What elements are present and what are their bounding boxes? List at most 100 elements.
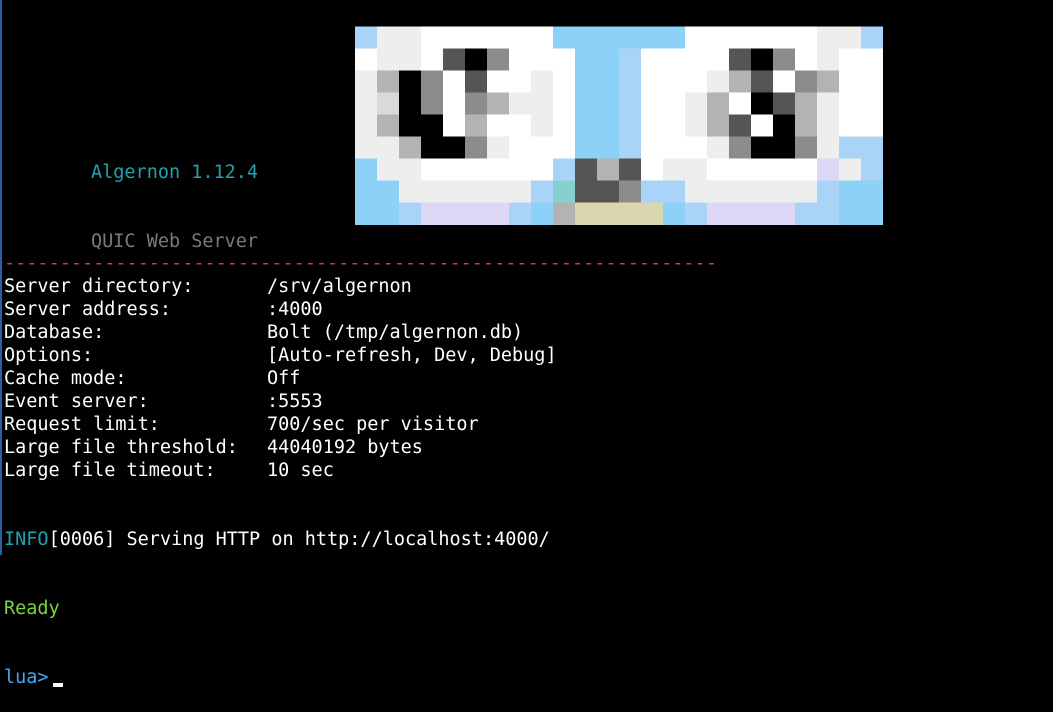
logo-pixel	[861, 158, 883, 181]
logo-pixel	[795, 202, 818, 225]
logo-pixel	[817, 202, 840, 225]
logo-pixel	[707, 70, 730, 93]
logo-pixel	[575, 180, 598, 203]
logo-pixel	[795, 48, 818, 71]
logo-pixel	[817, 26, 840, 49]
info-label: Cache mode:	[4, 368, 127, 389]
logo-pixel	[597, 26, 620, 49]
info-label: Large file timeout:	[4, 460, 216, 481]
app-name: Algernon 1.12.4	[91, 162, 259, 183]
logo-pixel	[795, 180, 818, 203]
logo-pixel	[465, 114, 488, 137]
pixel-art-owl-logo	[355, 22, 883, 229]
info-value: Off	[267, 368, 301, 389]
logo-pixel	[795, 70, 818, 93]
logo-pixel	[817, 136, 840, 159]
logo-pixel	[487, 114, 510, 137]
logo-pixel	[619, 26, 642, 49]
logo-pixel	[707, 180, 730, 203]
logo-pixel	[377, 26, 400, 49]
logo-pixel	[729, 26, 752, 49]
logo-pixel	[663, 180, 686, 203]
logo-pixel	[707, 26, 730, 49]
logo-pixel	[839, 70, 862, 93]
logo-pixel	[553, 158, 576, 181]
logo-pixel	[685, 70, 708, 93]
logo-pixel	[399, 26, 422, 49]
app-subtitle: QUIC Web Server	[91, 231, 259, 252]
logo-pixel	[487, 158, 510, 181]
info-label: Database:	[4, 322, 105, 343]
logo-pixel	[817, 70, 840, 93]
logo-pixel	[641, 180, 664, 203]
window-border	[0, 0, 2, 555]
logo-pixel	[355, 158, 378, 181]
logo-pixel	[443, 48, 466, 71]
logo-pixel	[817, 180, 840, 203]
logo-pixel	[619, 92, 642, 115]
info-value: /srv/algernon	[267, 276, 412, 297]
info-label: Options:	[4, 345, 94, 366]
logo-pixel	[751, 114, 774, 137]
logo-pixel	[641, 158, 664, 181]
log-line-info: INFO[0006] Serving HTTP on http://localh…	[4, 528, 550, 551]
logo-pixel	[817, 114, 840, 137]
logo-pixel	[553, 202, 576, 225]
logo-pixel	[487, 26, 510, 49]
logo-pixel	[597, 202, 620, 225]
logo-pixel	[641, 114, 664, 137]
logo-pixel	[531, 158, 554, 181]
logo-pixel	[355, 26, 378, 49]
info-row-large-file-timeout: Large file timeout: 10 sec	[4, 459, 557, 482]
logo-pixel	[729, 202, 752, 225]
logo-pixel	[465, 158, 488, 181]
logo-pixel	[641, 48, 664, 71]
logo-pixel	[377, 70, 400, 93]
logo-pixel	[641, 92, 664, 115]
info-row-large-file-threshold: Large file threshold: 44040192 bytes	[4, 436, 557, 459]
logo-pixel	[355, 114, 378, 137]
logo-pixel	[751, 136, 774, 159]
repl-line[interactable]: lua>	[4, 666, 550, 689]
logo-pixel	[399, 136, 422, 159]
logo-pixel	[729, 114, 752, 137]
logo-pixel	[421, 114, 444, 137]
logo-pixel	[399, 114, 422, 137]
logo-pixel	[377, 202, 400, 225]
info-label: Event server:	[4, 391, 149, 412]
logo-pixel	[509, 48, 532, 71]
logo-pixel	[399, 70, 422, 93]
logo-pixel	[355, 202, 378, 225]
logo-pixel	[663, 70, 686, 93]
logo-pixel	[399, 202, 422, 225]
logo-pixel	[663, 48, 686, 71]
info-value: :4000	[267, 299, 323, 320]
logo-pixel	[575, 158, 598, 181]
logo-pixel	[861, 202, 883, 225]
logo-pixel	[421, 180, 444, 203]
logo-pixel	[487, 202, 510, 225]
info-label: Server directory:	[4, 276, 194, 297]
logo-pixel	[619, 202, 642, 225]
logo-pixel	[619, 48, 642, 71]
text-cursor[interactable]	[52, 683, 63, 687]
logo-pixel	[465, 136, 488, 159]
logo-pixel	[575, 70, 598, 93]
logo-pixel	[509, 180, 532, 203]
logo-pixel	[663, 114, 686, 137]
logo-pixel	[443, 180, 466, 203]
logo-pixel	[575, 48, 598, 71]
logo-pixel	[509, 158, 532, 181]
logo-pixel	[839, 114, 862, 137]
logo-pixel	[641, 202, 664, 225]
logo-pixel	[575, 26, 598, 49]
logo-pixel	[487, 92, 510, 115]
info-value: 700/sec per visitor	[267, 414, 479, 435]
logo-pixel	[663, 202, 686, 225]
logo-pixel	[619, 158, 642, 181]
info-label: Request limit:	[4, 414, 160, 435]
logo-pixel	[685, 92, 708, 115]
logo-pixel	[465, 180, 488, 203]
logo-pixel	[619, 70, 642, 93]
logo-pixel	[685, 158, 708, 181]
